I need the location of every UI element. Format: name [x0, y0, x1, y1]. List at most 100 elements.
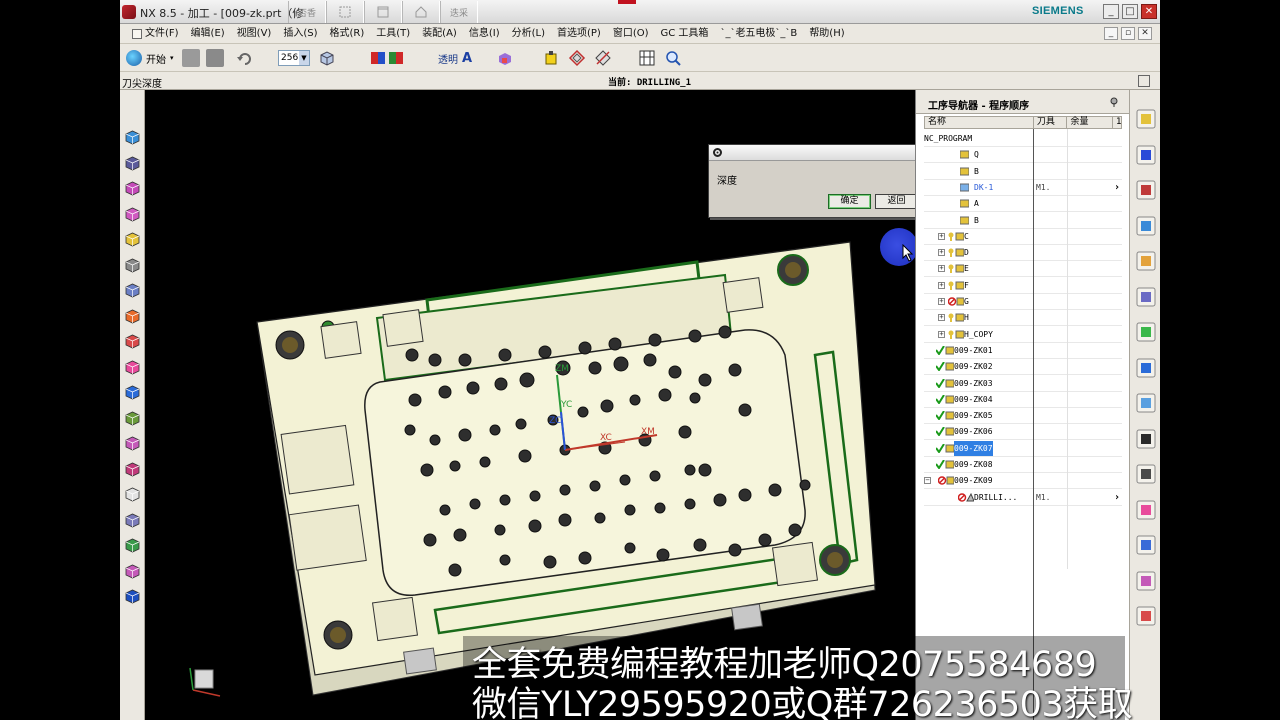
navigator-row[interactable]: 009-ZK07 [924, 440, 1122, 457]
operation-nav-icon[interactable] [1135, 108, 1157, 130]
text-style-icon[interactable]: A [462, 49, 472, 67]
view-icon[interactable] [123, 154, 142, 173]
color-icon[interactable] [1135, 499, 1157, 521]
constraint-icon[interactable] [123, 230, 142, 249]
menu-item-13[interactable]: 帮助(H) [803, 27, 850, 41]
menu-item-4[interactable]: 格式(R) [324, 27, 371, 41]
navigator-row[interactable]: 009-ZK01 [924, 343, 1122, 359]
highlight-icon[interactable] [542, 49, 560, 67]
method-icon[interactable] [1135, 215, 1157, 237]
open-icon[interactable] [182, 49, 200, 67]
menu-item-6[interactable]: 装配(A) [416, 27, 463, 41]
color-palette-icon[interactable] [496, 49, 514, 67]
generate-icon[interactable] [1135, 357, 1157, 379]
maximize-button[interactable]: □ [1122, 4, 1138, 19]
menu-item-7[interactable]: 信息(I) [463, 27, 506, 41]
menu-item-9[interactable]: 首选项(P) [551, 27, 607, 41]
navigator-row[interactable]: + C [924, 229, 1122, 245]
clock-icon[interactable] [1135, 428, 1157, 450]
output-icon[interactable] [1135, 605, 1157, 627]
library-icon[interactable] [1135, 286, 1157, 308]
navigator-row[interactable]: 009-ZK03 [924, 376, 1122, 392]
navigator-row[interactable]: 009-ZK05 [924, 408, 1122, 425]
row-chevron-icon[interactable]: › [1114, 180, 1120, 195]
navigator-row[interactable]: DRILLI... M1. › [924, 490, 1122, 506]
menu-item-12[interactable]: `_`老五电极`_`B [714, 27, 803, 41]
roles-icon[interactable] [123, 358, 142, 377]
column-stock[interactable]: 余量 [1067, 117, 1113, 128]
navigator-row[interactable]: 009-ZK08 [924, 457, 1122, 473]
column-more[interactable]: 1 [1113, 117, 1122, 128]
menu-item-0[interactable]: 文件(F) [126, 27, 185, 41]
fullscreen-icon[interactable] [1138, 75, 1150, 87]
navigator-row[interactable]: 009-ZK06 [924, 424, 1122, 441]
undo-icon[interactable] [236, 49, 254, 67]
part-nav-icon[interactable] [123, 179, 142, 198]
ok-button[interactable]: 确定 [828, 194, 871, 209]
shaded-render-icon[interactable] [370, 49, 406, 67]
expand-toggle-icon[interactable]: + [938, 249, 945, 257]
back-button[interactable]: 返回 [875, 194, 918, 209]
history-icon[interactable] [123, 256, 142, 275]
toolpath-icon[interactable] [1135, 250, 1157, 272]
color-depth-select[interactable]: 256 ▼ [278, 49, 310, 67]
navigator-row[interactable]: Q [924, 147, 1122, 164]
hatch-icon[interactable] [568, 49, 586, 67]
navigator-row[interactable]: + D [924, 245, 1122, 262]
tool-icon[interactable] [123, 307, 142, 326]
navigator-row[interactable]: + H_COPY [924, 327, 1122, 343]
shop-doc-icon[interactable] [1135, 463, 1157, 485]
pin-icon[interactable] [1109, 97, 1119, 107]
section-icon[interactable] [123, 460, 142, 479]
menu-item-2[interactable]: 视图(V) [231, 27, 278, 41]
quick-tool-5[interactable]: 迭采 [440, 1, 478, 23]
navigator-row[interactable]: NC_PROGRAM [924, 131, 1122, 147]
navigator-row[interactable]: 009-ZK04 [924, 392, 1122, 408]
doc-restore-button[interactable]: ▫ [1121, 27, 1135, 40]
expand-toggle-icon[interactable]: + [938, 314, 945, 322]
column-tool[interactable]: 刀具 [1034, 117, 1068, 128]
magnify-icon[interactable] [664, 49, 682, 67]
navigator-row[interactable]: A [924, 196, 1122, 213]
expand-toggle-icon[interactable]: + [938, 281, 945, 289]
nc-icon[interactable] [123, 587, 142, 606]
home-icon[interactable] [402, 1, 440, 23]
edit-section-icon[interactable] [594, 49, 612, 67]
wave-icon[interactable] [123, 434, 142, 453]
expand-toggle-icon[interactable]: + [938, 232, 945, 240]
menu-item-10[interactable]: 窗口(O) [607, 27, 655, 41]
sketch-icon[interactable] [123, 485, 142, 504]
machine-tool-icon[interactable] [1135, 144, 1157, 166]
menu-item-11[interactable]: GC 工具箱 [655, 27, 715, 41]
navigator-row[interactable]: + H [924, 310, 1122, 327]
window-icon[interactable] [364, 1, 402, 23]
stock-icon[interactable] [1135, 321, 1157, 343]
menu-item-1[interactable]: 编辑(E) [185, 27, 231, 41]
navigator-row[interactable]: + F [924, 278, 1122, 294]
view-cube-icon[interactable] [318, 49, 336, 67]
navigator-row[interactable]: B [924, 164, 1122, 180]
transparency-button[interactable]: 透明 [438, 49, 458, 67]
expand-toggle-icon[interactable]: + [938, 298, 945, 305]
quick-tool-1[interactable]: 否香 [288, 1, 326, 23]
expand-toggle-icon[interactable]: + [938, 330, 945, 338]
machining-icon[interactable] [123, 536, 142, 555]
navigator-row[interactable]: B [924, 213, 1122, 229]
row-chevron-icon[interactable]: › [1114, 490, 1120, 505]
navigator-row[interactable]: − 009-ZK09 [924, 473, 1122, 490]
menu-item-8[interactable]: 分析(L) [506, 27, 551, 41]
collapse-toggle-icon[interactable]: − [924, 477, 931, 485]
minimize-button[interactable]: _ [1103, 4, 1119, 19]
doc-close-button[interactable]: ✕ [1138, 27, 1152, 40]
assembly-icon[interactable] [123, 205, 142, 224]
pin-tool-icon[interactable] [123, 562, 142, 581]
web-icon[interactable] [123, 281, 142, 300]
measure-icon[interactable] [123, 409, 142, 428]
navigator-row[interactable]: DK-1 M1. › [924, 180, 1122, 196]
close-button[interactable]: ✕ [1141, 4, 1157, 19]
menu-item-3[interactable]: 插入(S) [277, 27, 323, 41]
start-button[interactable]: 开始 ▾ [126, 49, 174, 67]
doc-minimize-button[interactable]: _ [1104, 27, 1118, 40]
verify-icon[interactable] [1135, 392, 1157, 414]
surface-icon[interactable] [123, 511, 142, 530]
